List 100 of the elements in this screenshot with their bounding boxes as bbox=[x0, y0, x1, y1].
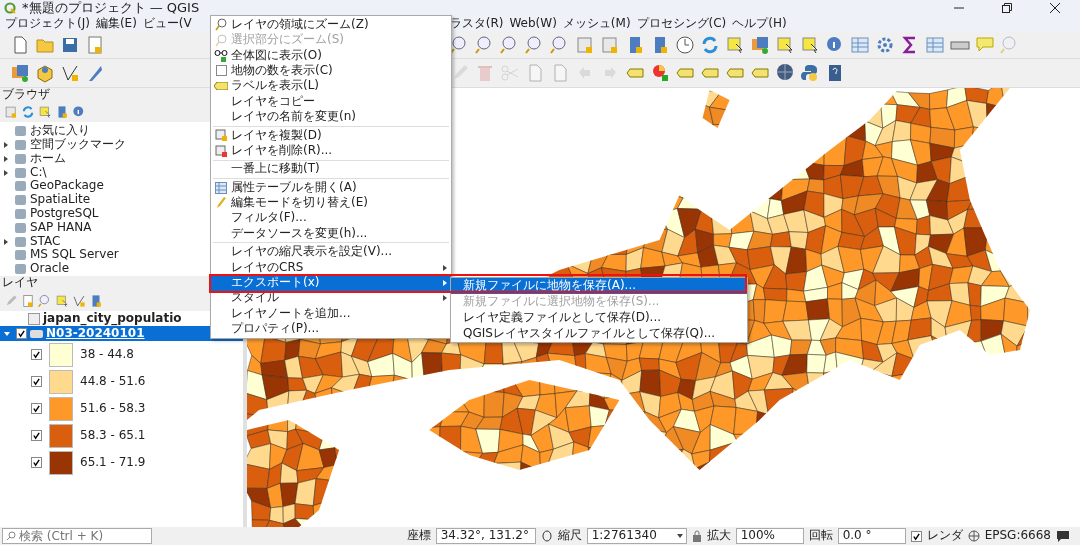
checkbox[interactable] bbox=[16, 328, 27, 339]
menu-item[interactable]: 全体図に表示(O) bbox=[211, 47, 451, 64]
table-icon[interactable] bbox=[925, 34, 945, 55]
menu-item[interactable]: メッシュ(M) bbox=[559, 16, 634, 31]
refresh-icon[interactable] bbox=[21, 105, 35, 119]
layers-icon[interactable] bbox=[10, 63, 30, 83]
menu-item[interactable]: 地物の数を表示(C) bbox=[211, 63, 451, 79]
pie-icon[interactable] bbox=[650, 63, 670, 83]
vertex-icon[interactable] bbox=[60, 63, 80, 83]
item-icon bbox=[15, 222, 26, 233]
crs-button[interactable]: EPSG:6668 bbox=[984, 529, 1051, 543]
collapse-arrow-icon[interactable] bbox=[4, 331, 10, 336]
scale-label: 縮尺 bbox=[557, 529, 582, 543]
selection-icon[interactable] bbox=[38, 105, 52, 119]
table-icon bbox=[28, 312, 40, 325]
rotation-field[interactable]: 0.0 ° bbox=[837, 528, 906, 544]
info-icon[interactable] bbox=[72, 105, 86, 119]
menu-item[interactable]: レイヤを削除(R)... bbox=[211, 143, 451, 159]
table-icon[interactable] bbox=[850, 34, 870, 55]
coordinate-field[interactable]: 34.32°, 131.2° bbox=[435, 528, 536, 544]
menu-item[interactable]: フィルタ(F)... bbox=[211, 210, 451, 227]
expand-arrow-icon[interactable] bbox=[4, 169, 8, 176]
python-icon[interactable] bbox=[800, 63, 820, 83]
magnifier-field[interactable]: 100% bbox=[735, 528, 804, 544]
layer-remove-icon bbox=[215, 144, 227, 157]
browser-item[interactable]: SAP HANA bbox=[30, 220, 92, 235]
frame-icon[interactable] bbox=[4, 105, 18, 119]
search-icon bbox=[6, 531, 16, 541]
menu-item[interactable]: レイヤを複製(D) bbox=[211, 127, 451, 144]
menu-item[interactable]: レイヤの領域にズーム(Z) bbox=[211, 17, 451, 33]
menu-item[interactable]: QGISレイヤスタイルファイルとして保存(Q)... bbox=[451, 326, 747, 342]
vertex-icon[interactable] bbox=[72, 293, 86, 308]
scale-dropdown[interactable]: 1:2761340 bbox=[586, 528, 687, 544]
magnifier-label: 拡大 bbox=[706, 529, 731, 543]
checkbox[interactable] bbox=[31, 376, 42, 387]
menu-item[interactable]: 編集モードを切り替え(E) bbox=[211, 195, 451, 211]
document-icon[interactable] bbox=[85, 34, 105, 55]
browser-item[interactable]: STAC bbox=[30, 234, 61, 249]
legend-label: 65.1 - 71.9 bbox=[80, 455, 146, 470]
refresh-icon[interactable] bbox=[700, 34, 720, 55]
checkbox[interactable] bbox=[215, 65, 227, 77]
close-icon[interactable] bbox=[1050, 3, 1060, 13]
panel-title: ブラウザ bbox=[1, 88, 50, 102]
expand-arrow-icon[interactable] bbox=[4, 155, 8, 162]
globe-icon[interactable] bbox=[967, 530, 980, 542]
menu-item[interactable]: レイヤの縮尺表示を設定(V)... bbox=[211, 244, 451, 260]
selection-icon[interactable] bbox=[775, 34, 795, 55]
item-icon bbox=[15, 167, 26, 178]
checkbox[interactable] bbox=[910, 530, 922, 542]
menu-item[interactable]: プロジェクト(J) bbox=[2, 16, 93, 31]
menu-item[interactable]: ヘルプ(H) bbox=[729, 16, 790, 31]
clock-icon[interactable] bbox=[675, 34, 695, 55]
expand-arrow-icon[interactable] bbox=[4, 238, 8, 245]
browser-item[interactable]: PostgreSQL bbox=[30, 207, 99, 221]
menu-item[interactable]: Web(W) bbox=[506, 16, 560, 31]
menu-item[interactable]: レイヤノートを追加... bbox=[211, 306, 451, 322]
checkbox[interactable] bbox=[31, 457, 42, 468]
magnifier-icon[interactable] bbox=[38, 293, 52, 308]
menu-item[interactable]: レイヤをコピー bbox=[211, 93, 451, 110]
expand-arrow-icon[interactable] bbox=[4, 141, 8, 148]
menu-item[interactable]: ラベルを表示(L) bbox=[211, 78, 451, 94]
menu-item[interactable]: レイヤ定義ファイルとして保存(D)... bbox=[451, 310, 747, 326]
window-title: *無題のプロジェクト — QGIS bbox=[22, 0, 200, 16]
label-icon bbox=[214, 82, 228, 91]
checkbox[interactable] bbox=[31, 403, 42, 414]
browser-item[interactable]: お気に入り bbox=[30, 124, 90, 139]
globe-icon[interactable] bbox=[775, 63, 795, 83]
layer-name: N03-20240101 bbox=[46, 326, 145, 341]
browser-item[interactable]: 空間ブックマーク bbox=[30, 138, 126, 152]
document-icon[interactable] bbox=[21, 293, 35, 308]
glasses-icon bbox=[214, 48, 228, 62]
lock-icon[interactable] bbox=[691, 530, 702, 542]
menu-item[interactable]: 属性テーブルを開く(A) bbox=[211, 179, 451, 196]
search-field[interactable]: 検索 (Ctrl + K) bbox=[2, 528, 152, 544]
restore-icon[interactable] bbox=[1002, 3, 1012, 13]
layers-icon[interactable] bbox=[750, 34, 770, 55]
menu-item[interactable]: 一番上に移動(T) bbox=[211, 161, 451, 177]
menu-item[interactable]: レイヤのCRS bbox=[211, 259, 451, 276]
selection-icon[interactable] bbox=[800, 34, 820, 55]
menu-item[interactable]: データソースを変更(h)... bbox=[211, 226, 451, 242]
cube-icon[interactable] bbox=[35, 63, 55, 83]
magnifier-icon bbox=[214, 18, 228, 32]
polygon-layer-icon bbox=[30, 329, 43, 338]
selection-icon[interactable] bbox=[725, 34, 745, 55]
browser-item[interactable]: GeoPackage bbox=[30, 179, 104, 194]
browser-item[interactable]: ホーム bbox=[30, 151, 66, 166]
menu-item[interactable]: ビュー(V bbox=[139, 16, 195, 31]
browser-item[interactable]: Oracle bbox=[30, 262, 70, 276]
selection-icon[interactable] bbox=[55, 293, 69, 308]
menu-item[interactable]: 編集(E) bbox=[92, 16, 140, 31]
checkbox[interactable] bbox=[31, 430, 42, 441]
message-icon[interactable] bbox=[1056, 530, 1070, 542]
browser-item[interactable]: MS SQL Server bbox=[30, 248, 119, 263]
mouse-icon[interactable] bbox=[540, 530, 553, 542]
menu-item[interactable]: プロセシング(C) bbox=[633, 16, 730, 31]
checkbox[interactable] bbox=[31, 349, 42, 360]
browser-item[interactable]: SpatiaLite bbox=[30, 193, 91, 207]
menu-item[interactable]: レイヤの名前を変更(n) bbox=[211, 109, 451, 125]
layer-name: japan_city_populatio bbox=[43, 311, 182, 326]
browser-item[interactable]: C:\ bbox=[30, 165, 47, 180]
